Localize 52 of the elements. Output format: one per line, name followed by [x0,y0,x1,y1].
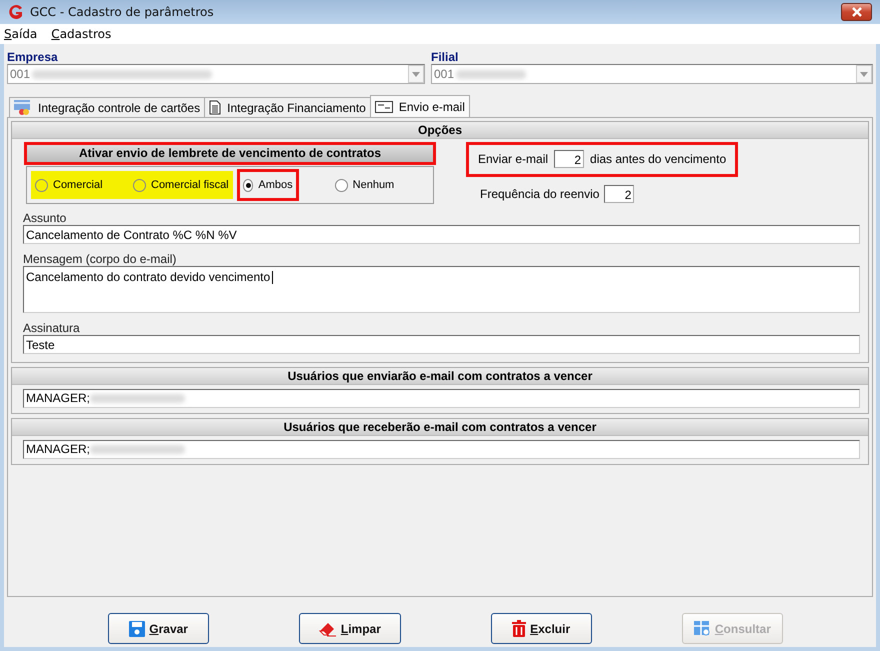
caret-icon [412,72,420,76]
menu-item[interactable]: Saída [4,27,38,41]
tab[interactable]: Envio e-mail [370,95,470,117]
action-button[interactable]: Excluir [490,613,592,644]
radio-button[interactable] [35,178,48,192]
field-label: Empresa [7,50,59,64]
table-search-icon [694,620,711,636]
tab[interactable]: Integração Financiamento [204,97,371,117]
field-label: Enviar e-mail [478,152,548,166]
eraser-icon [318,620,337,636]
number-field[interactable]: 2 [554,150,584,168]
group-title: Ativar envio de lembrete de vencimento de contratos [26,144,434,163]
radio-option[interactable]: Nenhum [330,171,398,199]
field-value: 001 [10,67,30,81]
field-label: Filial [431,50,460,64]
subject-field[interactable]: Cancelamento de Contrato %C %N %V [23,225,860,244]
field-label: Mensagem (corpo do e-mail) [23,253,178,266]
action-button[interactable]: Gravar [108,613,210,644]
section-header: Usuários que enviarão e-mail com contratos a vencer [12,368,868,385]
field-value: MANAGER; [26,390,90,407]
trash-icon [512,620,526,637]
blurred-text [456,70,526,78]
caret-icon [860,72,868,76]
radio-button[interactable] [334,178,348,192]
tab[interactable]: Integração controle de cartões [9,97,206,117]
radio-button[interactable] [242,178,254,192]
field-label: Assinatura [23,322,81,335]
users-field[interactable]: MANAGER; [23,440,860,459]
section-header: Opções [12,122,868,139]
signature-field[interactable]: Teste [23,335,860,354]
radio-option[interactable]: Ambos [238,171,297,199]
app-logo-icon [8,4,24,20]
radio-option[interactable]: Comercial fiscal [129,171,233,199]
radio-button[interactable] [133,178,146,192]
field-label: dias antes do vencimento [590,152,726,166]
window-title: GCC - Cadastro de parâmetros [30,5,215,19]
close-button[interactable] [841,3,872,21]
document-icon [209,100,222,115]
action-button[interactable]: Limpar [299,613,400,644]
envelope-icon [374,100,393,112]
radio-option[interactable]: Comercial [31,171,129,199]
field-value: MANAGER; [26,441,90,458]
field-value: 001 [434,67,454,81]
menu-item[interactable]: Cadastros [51,27,112,41]
field-label: Frequência do reenvio [480,187,600,201]
message-field[interactable]: Cancelamento do contrato devido vencimento [23,266,860,313]
field-label: Assunto [23,212,68,225]
section-header: Usuários que receberão e-mail com contratos a vencer [12,419,868,436]
close-icon [850,7,862,17]
card-icon [14,100,32,116]
number-field[interactable]: 2 [604,185,634,203]
users-field[interactable]: MANAGER; [23,389,860,408]
